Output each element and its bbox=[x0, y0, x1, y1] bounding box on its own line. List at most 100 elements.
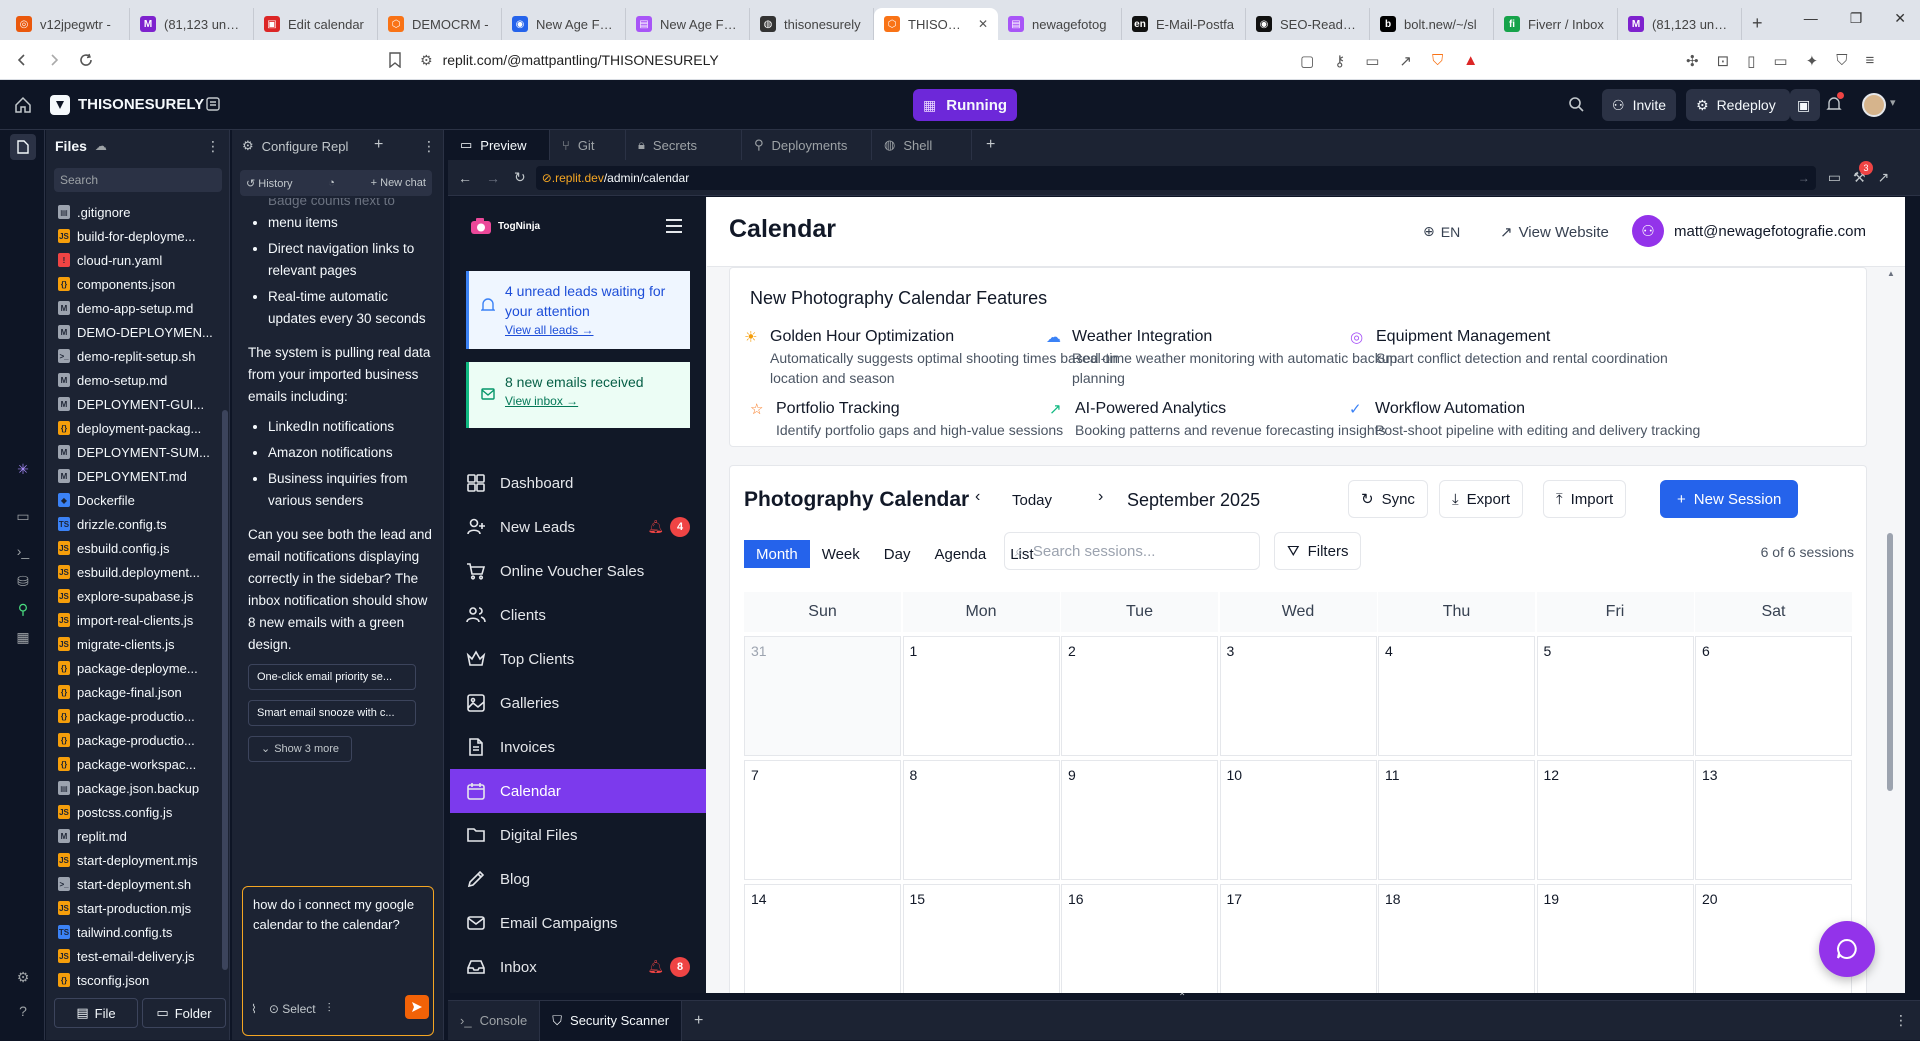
new-file-button[interactable]: ▤ File bbox=[54, 998, 138, 1028]
bottom-panel-menu-icon[interactable]: ⋮ bbox=[1894, 1012, 1908, 1029]
prev-month-icon[interactable]: ‹ bbox=[975, 488, 980, 506]
sidebar-item-calendar[interactable]: Calendar bbox=[450, 769, 706, 813]
deploy-tool-icon[interactable]: ⚲ bbox=[12, 598, 34, 620]
new-session-button[interactable]: + New Session bbox=[1660, 480, 1799, 518]
close-tab-icon[interactable]: ✕ bbox=[978, 17, 988, 31]
agent-tool-icon[interactable]: ✳ bbox=[12, 458, 34, 480]
calendar-day-cell[interactable]: 1 bbox=[902, 636, 1060, 756]
file-item[interactable]: {} package-workspac... bbox=[46, 752, 222, 776]
email-alert-card[interactable]: 8 new emails received View inbox → bbox=[466, 362, 690, 428]
calendar-day-cell[interactable]: 14 bbox=[744, 884, 901, 993]
tab-preview[interactable]: ▭ Preview bbox=[448, 130, 550, 160]
sidebar-item-new-leads[interactable]: New Leads 🔔︎ 4 bbox=[450, 505, 706, 549]
device-icon[interactable]: ▭ bbox=[1828, 169, 1841, 186]
menu-icon[interactable]: ≡ bbox=[1865, 52, 1874, 70]
browser-tab[interactable]: ◎ v12jpegwtr - bbox=[6, 8, 130, 40]
files-search-input[interactable]: Search bbox=[54, 168, 222, 192]
leads-alert-card[interactable]: 4 unread leads waiting for your attentio… bbox=[466, 271, 690, 349]
preview-reload-icon[interactable]: ↻ bbox=[514, 169, 526, 186]
file-item[interactable]: JS build-for-deployme... bbox=[46, 224, 222, 248]
today-button[interactable]: Today bbox=[1012, 492, 1052, 509]
bottom-tab[interactable]: ⛉ Security Scanner bbox=[540, 1000, 683, 1041]
file-item[interactable]: >_ start-deployment.sh bbox=[46, 872, 222, 896]
sidebar-item-galleries[interactable]: Galleries bbox=[450, 681, 706, 725]
bottom-tab[interactable]: ›_ Console bbox=[448, 1000, 541, 1041]
file-item[interactable]: M DEPLOYMENT-SUM... bbox=[46, 440, 222, 464]
wallet-icon[interactable]: ▭ bbox=[1773, 52, 1787, 70]
file-item[interactable]: Mdemo-app-setup.md bbox=[46, 296, 222, 320]
site-info-icon[interactable]: ⚙ bbox=[420, 52, 433, 69]
filters-button[interactable]: ⛛ Filters bbox=[1274, 532, 1362, 570]
send-icon[interactable] bbox=[405, 995, 429, 1019]
add-bottom-tab-icon[interactable]: + bbox=[694, 1012, 703, 1030]
view-tab-agenda[interactable]: Agenda bbox=[922, 540, 998, 568]
app-logo[interactable]: TogNinja bbox=[470, 217, 540, 235]
redeploy-button[interactable]: ⚙ Redeploy bbox=[1686, 89, 1790, 121]
brave-shield-icon[interactable]: ⛉ bbox=[1432, 52, 1443, 70]
clipboard-icon[interactable]: ▢ bbox=[1300, 52, 1314, 70]
import-button[interactable]: ⤒ Import bbox=[1543, 480, 1627, 518]
browser-tab[interactable]: M (81,123 unrea bbox=[130, 8, 254, 40]
preview-forward-icon[interactable]: → bbox=[486, 170, 500, 186]
invite-button[interactable]: ⚇ Invite bbox=[1602, 89, 1677, 121]
calendar-day-cell[interactable]: 8 bbox=[902, 760, 1060, 880]
browser-tab[interactable]: b bolt.new/~/sl bbox=[1370, 8, 1494, 40]
add-pane-icon[interactable]: + bbox=[986, 136, 995, 154]
bookmark-icon[interactable] bbox=[388, 52, 402, 68]
search-icon[interactable] bbox=[1568, 96, 1585, 113]
key-icon[interactable]: ⚷ bbox=[1334, 52, 1345, 70]
browser-tab[interactable]: ⬡ DEMOCRM - bbox=[378, 8, 502, 40]
calendar-day-cell[interactable]: 7 bbox=[744, 760, 901, 880]
calendar-day-cell[interactable]: 31 bbox=[744, 636, 901, 756]
tab-deployments[interactable]: ⚲ Deployments bbox=[742, 130, 872, 160]
scroll-up-icon[interactable]: ▲ bbox=[1887, 269, 1895, 278]
file-item[interactable]: {} deployment-packag... bbox=[46, 416, 222, 440]
file-item[interactable]: {} components.json bbox=[46, 272, 222, 296]
deploy-menu-icon[interactable]: ▣ bbox=[1790, 89, 1820, 121]
attach-icon[interactable]: ⌇ bbox=[251, 1002, 257, 1016]
calendar-day-cell[interactable]: 11 bbox=[1378, 760, 1535, 880]
calendar-day-cell[interactable]: 2 bbox=[1061, 636, 1218, 756]
vpn-icon[interactable]: ⛉ bbox=[1836, 52, 1847, 70]
file-item[interactable]: JS postcss.config.js bbox=[46, 800, 222, 824]
file-item[interactable]: JS esbuild.config.js bbox=[46, 536, 222, 560]
share-icon[interactable]: ↗ bbox=[1399, 52, 1412, 70]
scroll-thumb[interactable] bbox=[1887, 533, 1893, 791]
calendar-day-cell[interactable]: 13 bbox=[1695, 760, 1852, 880]
file-item[interactable]: JS esbuild.deployment... bbox=[46, 560, 222, 584]
chat-widget-button[interactable] bbox=[1819, 921, 1875, 977]
calendar-day-cell[interactable]: 16 bbox=[1061, 884, 1218, 993]
open-new-tab-icon[interactable]: ↗ bbox=[1878, 169, 1890, 186]
run-status-button[interactable]: ▦ Running bbox=[913, 89, 1018, 121]
file-item[interactable]: Mreplit.md bbox=[46, 824, 222, 848]
devtools-icon[interactable]: ⚒ 3 bbox=[1853, 161, 1873, 186]
file-item[interactable]: JS migrate-clients.js bbox=[46, 632, 222, 656]
project-name[interactable]: THISONESURELY bbox=[78, 96, 204, 113]
calendar-day-cell[interactable]: 18 bbox=[1378, 884, 1535, 993]
agent-chat-input[interactable]: how do i connect my google calendar to t… bbox=[242, 886, 434, 1036]
calendar-day-cell[interactable]: 3 bbox=[1219, 636, 1377, 756]
brave-rewards-icon[interactable]: ▲ bbox=[1463, 52, 1478, 70]
browser-tab[interactable]: ▣ Edit calendar bbox=[254, 8, 378, 40]
calendar-day-cell[interactable]: 15 bbox=[902, 884, 1060, 993]
new-folder-button[interactable]: ▭ Folder bbox=[142, 998, 226, 1028]
preview-url-bar[interactable]: ⊘ .replit.dev/admin/calendar → bbox=[535, 165, 1816, 190]
browser-tab[interactable]: ◉ SEO-Ready C bbox=[1246, 8, 1370, 40]
file-item[interactable]: ▤ .gitignore bbox=[46, 200, 222, 224]
back-icon[interactable] bbox=[6, 44, 38, 76]
file-item[interactable]: {} package-deployme... bbox=[46, 656, 222, 680]
database-tool-icon[interactable]: ⛁ bbox=[12, 570, 34, 592]
browser-tab[interactable]: M (81,123 unrea bbox=[1618, 8, 1742, 40]
sidebar-item-blog[interactable]: Blog bbox=[450, 857, 706, 901]
export-button[interactable]: ⤓ Export bbox=[1439, 480, 1523, 518]
calendar-day-cell[interactable]: 12 bbox=[1536, 760, 1694, 880]
sidebar-icon[interactable]: ▯ bbox=[1747, 52, 1755, 70]
file-item[interactable]: Mdemo-setup.md bbox=[46, 368, 222, 392]
file-item[interactable]: {} package-productio... bbox=[46, 728, 222, 752]
screenshot-icon[interactable]: ⊡ bbox=[1717, 52, 1730, 70]
file-item[interactable]: >_ demo-replit-setup.sh bbox=[46, 344, 222, 368]
chevron-down-icon[interactable]: ▾ bbox=[1890, 96, 1896, 109]
language-switcher[interactable]: ⊕ EN bbox=[1423, 223, 1460, 240]
webview-tool-icon[interactable]: ▭ bbox=[12, 505, 34, 527]
history-button[interactable]: ↺ History bbox=[246, 177, 293, 190]
